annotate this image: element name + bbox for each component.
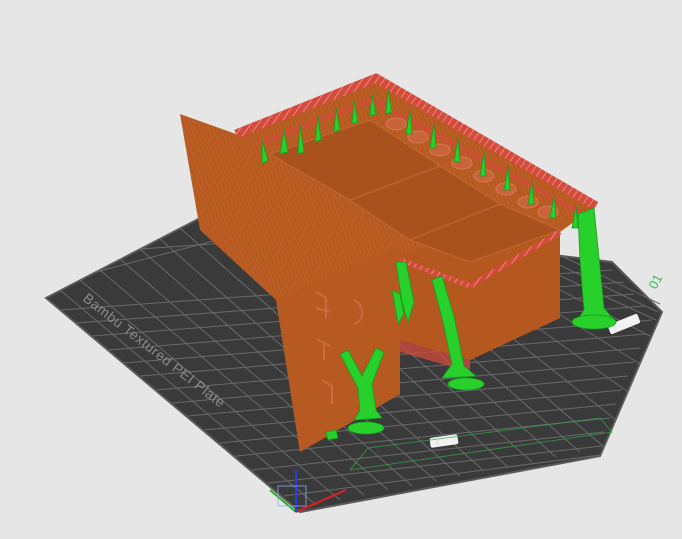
scene[interactable]: Bambu Textured PEI Plate 01 1 8	[0, 0, 682, 539]
3d-viewport[interactable]: Bambu Textured PEI Plate 01 1 8	[0, 0, 682, 539]
plate-index[interactable]: 01	[645, 272, 665, 292]
